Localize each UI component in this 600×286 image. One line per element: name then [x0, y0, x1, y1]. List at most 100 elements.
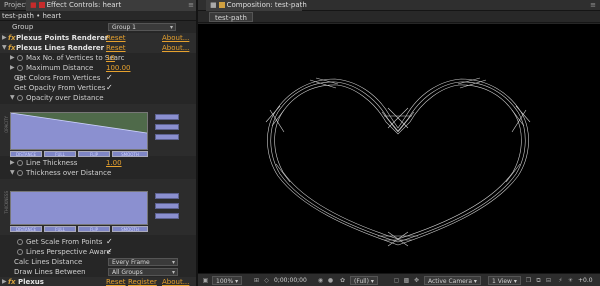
line-thickness-value[interactable]: 1.00	[106, 158, 122, 168]
collapse-triangle-icon[interactable]: ▼	[2, 43, 7, 53]
graph-full-button[interactable]: FULL	[44, 151, 76, 157]
plexus-register-link[interactable]: Register	[128, 277, 157, 286]
stopwatch-icon[interactable]	[17, 239, 23, 245]
expand-triangle-icon[interactable]: ▶	[10, 63, 15, 73]
max-distance-row: ▶ Maximum Distance 100.00	[10, 63, 131, 73]
collapse-triangle-icon[interactable]: ▼	[10, 168, 15, 178]
expand-triangle-icon[interactable]: ▶	[2, 277, 7, 286]
opacity-curve-area[interactable]	[10, 112, 148, 150]
grid-icon[interactable]: ⊞	[252, 276, 261, 285]
snapshot-icon[interactable]: ❐	[524, 276, 533, 285]
stopwatch-icon[interactable]	[17, 170, 23, 176]
region-icon[interactable]: ▢	[392, 276, 401, 285]
graph-distance-button[interactable]: DISTANCE	[10, 226, 42, 232]
lines-renderer-row: ▼ fx Plexus Lines Renderer Reset About..…	[0, 43, 196, 53]
draw-between-row: Draw Lines Between All Groups ▾	[0, 267, 196, 277]
camera-icon[interactable]: ◉	[316, 276, 325, 285]
graph-preset-2[interactable]	[155, 124, 179, 130]
opacity-graph: OPACITY DISTANCE FULL FLIP SMOOTH	[0, 104, 196, 157]
graph-preset-2[interactable]	[155, 203, 179, 209]
lock-icon	[218, 2, 225, 8]
stopwatch-icon[interactable]	[17, 65, 23, 71]
fx-icon[interactable]: fx	[8, 43, 16, 53]
tab-effect-controls[interactable]: ■ Effect Controls: heart ≡	[26, 0, 196, 11]
lines-about-link[interactable]: About...	[162, 43, 189, 53]
opacity-checkbox[interactable]: ✓	[106, 83, 113, 93]
graph-flip-button[interactable]: FLIP	[78, 151, 110, 157]
max-vertices-value[interactable]: 10	[106, 53, 115, 63]
graph-flip-button[interactable]: FLIP	[78, 226, 110, 232]
lines-reset-link[interactable]: Reset	[106, 43, 126, 53]
collapse-triangle-icon[interactable]: ▼	[10, 93, 15, 103]
calc-distance-row: Calc Lines Distance Every Frame ▾	[0, 257, 196, 267]
expand-triangle-icon[interactable]: ▶	[2, 33, 7, 43]
camera-dropdown[interactable]: Active Camera ▾	[424, 276, 481, 285]
graph-preset-3[interactable]	[155, 213, 179, 219]
perspective-row: Lines Perspective Aware ✓	[0, 247, 196, 257]
scale-points-checkbox[interactable]: ✓	[106, 237, 113, 247]
always-preview-icon[interactable]: ▣	[201, 276, 210, 285]
opacity-curve	[11, 113, 147, 149]
max-vertices-row: ▶ Max No. of Vertices to Searc 10	[10, 53, 125, 63]
comp-sub-bar: test-path	[198, 11, 600, 23]
perspective-checkbox[interactable]: ✓	[106, 247, 113, 257]
chevron-down-icon: ▾	[171, 259, 175, 266]
composition-panel: ■ Composition: test-path ≡ test-path ▣ 1…	[198, 0, 600, 286]
stopwatch-icon[interactable]	[17, 55, 23, 61]
expand-triangle-icon[interactable]: ▶	[10, 53, 15, 63]
plexus-reset-link[interactable]: Reset	[106, 277, 126, 286]
graph-preset-1[interactable]	[155, 114, 179, 120]
fx-icon[interactable]: fx	[8, 277, 16, 286]
exposure-icon[interactable]: ☀	[566, 276, 575, 285]
transparency-icon[interactable]: ▩	[402, 276, 411, 285]
resolution-dropdown[interactable]: (Full) ▾	[350, 276, 378, 285]
viewer-bottom-bar: ▣ 100% ▾ ⊞ ◇ 0;00;00;00 ◉ ● ✿ (Full) ▾ ▢…	[198, 273, 600, 286]
composition-viewer[interactable]	[198, 24, 600, 273]
graph-smooth-button[interactable]: SMOOTH	[112, 226, 148, 232]
max-distance-value[interactable]: 100.00	[106, 63, 131, 73]
layout-icon[interactable]: ⊟	[544, 276, 553, 285]
fx-icon[interactable]: fx	[8, 33, 16, 43]
plexus-row: ▶ fx Plexus Reset Register About...	[0, 277, 196, 286]
mask-icon[interactable]: ◇	[262, 276, 271, 285]
graph-preset-1[interactable]	[155, 193, 179, 199]
color-channel-icon[interactable]: ●	[326, 276, 335, 285]
graph-preset-3[interactable]	[155, 134, 179, 140]
thickness-curve-area[interactable]	[10, 191, 148, 225]
expand-triangle-icon[interactable]: ▶	[10, 158, 15, 168]
opacity-distance-row: ▼ Opacity over Distance	[10, 93, 104, 103]
view-layout-dropdown[interactable]: 1 View ▾	[488, 276, 521, 285]
group-row: Group Group 1 ▾	[0, 22, 196, 32]
colors-vertices-row: Get Colors From Vertices ✓	[14, 73, 113, 83]
group-dropdown[interactable]: Group 1 ▾	[108, 23, 176, 31]
chevron-down-icon: ▾	[171, 269, 175, 276]
exposure-value[interactable]: +0.0	[578, 276, 593, 285]
graph-full-button[interactable]: FULL	[44, 226, 76, 232]
plexus-heart-render	[265, 77, 531, 247]
zoom-dropdown[interactable]: 100% ▾	[212, 276, 243, 285]
close-icon[interactable]: ■	[210, 1, 217, 9]
timecode[interactable]: 0;00;00;00	[274, 276, 307, 285]
flowchart-icon[interactable]: ⧉	[534, 276, 543, 285]
graph-smooth-button[interactable]: SMOOTH	[112, 151, 148, 157]
stopwatch-icon[interactable]	[17, 95, 23, 101]
points-about-link[interactable]: About...	[162, 33, 189, 43]
panel-menu-icon[interactable]: ≡	[188, 0, 194, 11]
rgb-icon[interactable]: ✿	[338, 276, 347, 285]
stopwatch-icon[interactable]	[17, 249, 23, 255]
colors-checkbox[interactable]: ✓	[106, 73, 113, 83]
close-icon[interactable]: ■	[30, 1, 37, 9]
comp-sub-tab[interactable]: test-path	[209, 12, 253, 22]
draw-between-dropdown[interactable]: All Groups ▾	[108, 268, 178, 276]
graph-distance-button[interactable]: DISTANCE	[10, 151, 42, 157]
fast-preview-icon[interactable]: ⚡	[556, 276, 565, 285]
tab-project[interactable]: Project	[0, 0, 28, 11]
panel-menu-icon[interactable]: ≡	[586, 0, 600, 11]
tab-composition[interactable]: ■ Composition: test-path	[206, 0, 307, 11]
plexus-about-link[interactable]: About...	[162, 277, 189, 286]
points-reset-link[interactable]: Reset	[106, 33, 126, 43]
comp-tab-bar: ■ Composition: test-path ≡	[198, 0, 600, 11]
calc-distance-dropdown[interactable]: Every Frame ▾	[108, 258, 178, 266]
3d-view-icon[interactable]: ✥	[412, 276, 421, 285]
stopwatch-icon[interactable]	[17, 160, 23, 166]
